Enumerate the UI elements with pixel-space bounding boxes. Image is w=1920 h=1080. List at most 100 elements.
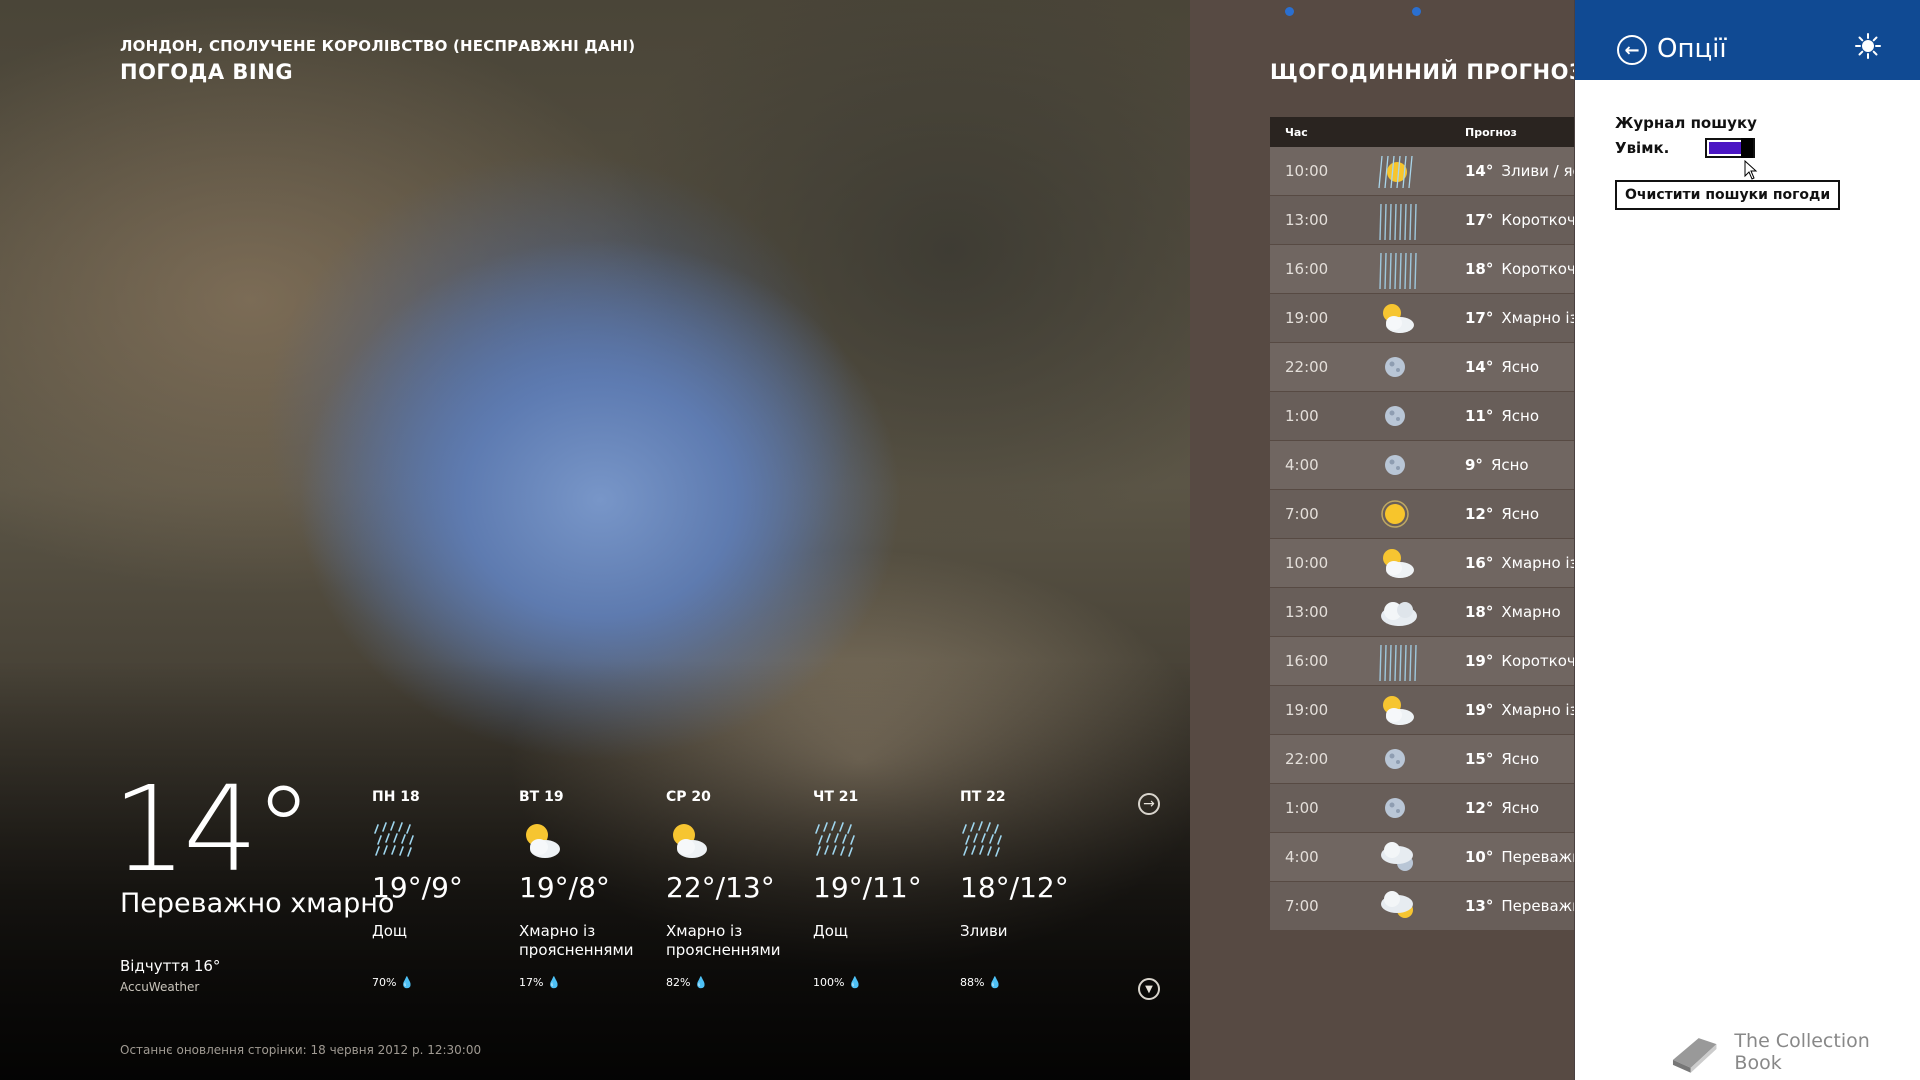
day-condition: Хмарно із проясненнями	[666, 922, 781, 959]
table-row: 16:00 19° Короткочасні зливи	[1270, 637, 1575, 685]
scroll-indicator-dot	[1285, 7, 1294, 16]
day-temperature: 19°/11°	[813, 871, 922, 904]
rain-icon	[960, 819, 1100, 863]
heavy-rain-icon	[1377, 251, 1421, 295]
partly-cloudy-icon	[1377, 545, 1417, 585]
hour-forecast: 14° Ясно	[1465, 358, 1539, 376]
day-precipitation: 17% 💧	[519, 976, 561, 989]
toggle-fill	[1709, 142, 1743, 154]
hour-temp: 17°	[1465, 309, 1494, 327]
hour-condition: Зливи / ясно	[1501, 162, 1575, 180]
sun-showers-icon	[1377, 153, 1417, 195]
location-title[interactable]: ЛОНДОН, СПОЛУЧЕНЕ КОРОЛІВСТВО (НЕСПРАВЖН…	[120, 37, 635, 55]
hour-condition: Переважно хмарно	[1501, 897, 1575, 915]
toggle-knob[interactable]	[1741, 138, 1753, 158]
day-precipitation: 100% 💧	[813, 976, 862, 989]
hour-temp: 13°	[1465, 897, 1494, 915]
hour-temp: 10°	[1465, 848, 1494, 866]
hour-condition: Ясно	[1501, 799, 1540, 817]
hour-forecast: 17° Хмарно із проясненнями	[1465, 309, 1575, 327]
hour-forecast: 17° Короткочасні зливи	[1465, 211, 1575, 229]
table-row: 22:00 14° Ясно	[1270, 343, 1575, 391]
hour-condition: Ясно	[1501, 407, 1540, 425]
table-header: Час Прогноз	[1270, 117, 1575, 147]
hourly-forecast-table: Час Прогноз 10:00 14° Зливи / ясно 13:00 17°…	[1270, 117, 1575, 931]
hour-temp: 12°	[1465, 505, 1494, 523]
back-button[interactable]: ←	[1617, 35, 1647, 65]
hour-temp: 17°	[1465, 211, 1494, 229]
moon-icon	[1377, 349, 1413, 389]
table-row: 19:00 19° Хмарно із проясненнями	[1270, 686, 1575, 734]
hour-forecast: 12° Ясно	[1465, 799, 1539, 817]
hour-temp: 18°	[1465, 603, 1494, 621]
clear-weather-searches-button[interactable]: Очистити пошуки погоди	[1615, 180, 1841, 210]
hour-forecast: 18° Хмарно	[1465, 603, 1561, 621]
hour-time: 4:00	[1285, 456, 1319, 474]
moon-icon	[1377, 398, 1413, 438]
hour-time: 4:00	[1285, 848, 1319, 866]
hour-forecast: 19° Хмарно із проясненнями	[1465, 701, 1575, 719]
feels-like: Відчуття 16°	[120, 957, 221, 975]
hour-temp: 14°	[1465, 358, 1494, 376]
hour-time: 10:00	[1285, 554, 1329, 572]
hour-time: 22:00	[1285, 750, 1329, 768]
hour-time: 13:00	[1285, 603, 1329, 621]
day-name: ПТ 22	[960, 789, 1006, 805]
hour-condition: Короткочасні зливи	[1501, 652, 1575, 670]
watermark: The Collection Book	[1669, 1030, 1920, 1074]
table-row: 7:00 12° Ясно	[1270, 490, 1575, 538]
flyout-header: ← Опції	[1575, 0, 1920, 80]
search-history-state: Увімк.	[1615, 139, 1670, 157]
search-history-toggle[interactable]	[1705, 138, 1755, 158]
day-precipitation: 70% 💧	[372, 976, 414, 989]
book-icon	[1672, 1038, 1717, 1073]
daily-forecast-day[interactable]: ЧТ 21 19°/11° Дощ 100% 💧	[813, 789, 953, 989]
daily-forecast-day[interactable]: ВТ 19 19°/8° Хмарно із проясненнями 17% …	[519, 789, 659, 989]
hour-forecast: 16° Хмарно із проясненнями	[1465, 554, 1575, 572]
day-condition: Дощ	[813, 922, 849, 940]
heavy-rain-icon	[1377, 643, 1421, 687]
hour-time: 1:00	[1285, 407, 1319, 425]
hour-forecast: 11° Ясно	[1465, 407, 1539, 425]
day-temperature: 22°/13°	[666, 871, 775, 904]
hour-condition: Хмарно із проясненнями	[1501, 309, 1575, 327]
table-row: 13:00 17° Короткочасні зливи	[1270, 196, 1575, 244]
table-row: 4:00 10° Переважно хмарно	[1270, 833, 1575, 881]
provider-link[interactable]: AccuWeather	[120, 980, 199, 994]
hour-condition: Ясно	[1501, 358, 1540, 376]
table-row: 4:00 9° Ясно	[1270, 441, 1575, 489]
raindrop-icon: 💧	[399, 976, 414, 989]
day-condition: Дощ	[372, 922, 408, 940]
raindrop-icon: 💧	[546, 976, 561, 989]
moon-icon	[1377, 741, 1413, 781]
cloud-icon	[1377, 594, 1421, 634]
hour-time: 7:00	[1285, 897, 1319, 915]
daily-forecast-day[interactable]: СР 20 22°/13° Хмарно із проясненнями 82%…	[666, 789, 806, 989]
daily-forecast-day[interactable]: ПН 18 19°/9° Дощ 70% 💧	[372, 789, 512, 989]
moon-icon	[1377, 790, 1413, 830]
scroll-indicator-dot	[1412, 7, 1421, 16]
hourly-rows: 10:00 14° Зливи / ясно 13:00 17° Короткочасні…	[1270, 147, 1575, 930]
search-history-label: Журнал пошуку	[1615, 114, 1757, 132]
moon-icon	[1377, 447, 1413, 487]
hour-condition: Хмарно із проясненнями	[1501, 554, 1575, 572]
daily-forecast-day[interactable]: ПТ 22 18°/12° Зливи 88% 💧	[960, 789, 1100, 989]
table-row: 13:00 18° Хмарно	[1270, 588, 1575, 636]
column-header-time: Час	[1285, 126, 1308, 139]
flyout-title: Опції	[1657, 34, 1727, 64]
hour-temp: 19°	[1465, 701, 1494, 719]
hour-temp: 19°	[1465, 652, 1494, 670]
heavy-rain-icon	[1377, 202, 1421, 246]
hour-forecast: 19° Короткочасні зливи	[1465, 652, 1575, 670]
day-name: ПН 18	[372, 789, 420, 805]
raindrop-icon: 💧	[847, 976, 862, 989]
column-header-forecast: Прогноз	[1465, 126, 1517, 139]
hour-temp: 18°	[1465, 260, 1494, 278]
current-weather-hero: ЛОНДОН, СПОЛУЧЕНЕ КОРОЛІВСТВО (НЕСПРАВЖН…	[0, 0, 1190, 1080]
hour-forecast: 9° Ясно	[1465, 456, 1529, 474]
hour-time: 13:00	[1285, 211, 1329, 229]
expand-details-button[interactable]: ▼	[1138, 978, 1160, 1000]
next-days-button[interactable]: →	[1138, 793, 1160, 815]
arrow-left-icon: ←	[1624, 39, 1640, 61]
watermark-text: The Collection Book	[1734, 1030, 1870, 1074]
